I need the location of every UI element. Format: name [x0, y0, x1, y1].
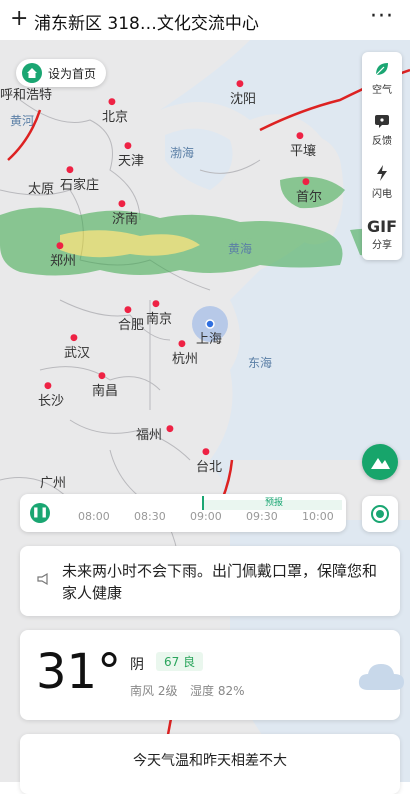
map-tools-panel: 空气 反馈 闪电 GIF 分享 [362, 52, 402, 260]
timeline-cursor[interactable] [202, 496, 204, 510]
temperature-compare-text: 今天气温和昨天相差不大 [133, 753, 287, 769]
home-icon [22, 63, 42, 83]
gif-share-label: 分享 [372, 239, 392, 251]
set-home-button[interactable]: 设为首页 [16, 59, 107, 87]
locate-icon [371, 505, 389, 523]
time-tick[interactable]: 09:30 [246, 510, 278, 523]
temperature-compare-card[interactable]: 今天气温和昨天相差不大 [20, 734, 400, 794]
current-weather-card[interactable]: 31° 阴 67 良 南风 2级 湿度 82% [20, 630, 404, 720]
time-tick[interactable]: 10:00 [302, 510, 334, 523]
city-changsha: ● 长沙 [38, 381, 65, 409]
city-shouer: ● 首尔 [296, 177, 323, 205]
add-location-button[interactable]: + [10, 6, 28, 31]
river-huanghe: 黄河 [10, 114, 35, 128]
cloudy-icon [356, 660, 406, 696]
locate-button[interactable] [362, 496, 398, 532]
sea-bohai: 渤海 [170, 146, 195, 160]
time-tick[interactable]: 09:00 [190, 510, 222, 523]
city-taibei: ● 台北 [196, 447, 223, 475]
city-taiyuan: 太原 [28, 182, 55, 197]
feedback-button[interactable]: 反馈 [362, 104, 402, 156]
city-shenyang: ● 沈阳 [230, 79, 257, 107]
city-fuzhou: 福州 ● [136, 424, 174, 443]
location-title[interactable]: 浦东新区 318…文化交流中心 [34, 9, 259, 34]
city-nanjing: ● 南京 [146, 299, 173, 327]
forecast-label: 预报 [265, 498, 284, 508]
feedback-icon [373, 113, 391, 132]
city-jinan: ● 济南 [112, 199, 139, 227]
city-pingrang: ● 平壤 [290, 131, 317, 159]
more-menu-button[interactable]: ··· [370, 4, 394, 29]
rain-forecast-text: 未来两小时不会下雨。出门佩戴口罩，保障您和家人健康 [62, 562, 378, 602]
feedback-label: 反馈 [372, 136, 392, 147]
radar-timeline[interactable]: ❚❚ 预报 08:00 08:30 09:00 09:30 10:00 [20, 494, 346, 532]
map-layer-button[interactable] [362, 444, 398, 480]
sea-donghai: 东海 [248, 356, 273, 370]
leaf-icon [373, 60, 391, 81]
lightning-button[interactable]: 闪电 [362, 156, 402, 208]
mountain-icon [371, 458, 390, 469]
sea-huanghai: 黄海 [228, 242, 253, 256]
air-quality-button[interactable]: 空气 [362, 52, 402, 104]
city-beijing: ● 北京 [102, 97, 129, 125]
megaphone-icon [36, 572, 50, 590]
gif-share-button[interactable]: GIF 分享 [362, 208, 402, 260]
city-wuhan: ● 武汉 [64, 333, 91, 361]
wind-info: 南风 2级 [130, 684, 178, 698]
time-tick[interactable]: 08:00 [78, 510, 110, 523]
set-home-label: 设为首页 [48, 66, 97, 81]
top-bar: + 浦东新区 318…文化交流中心 ··· [0, 0, 410, 40]
current-temperature: 31° [36, 644, 122, 700]
city-tianjin: ● 天津 [118, 141, 145, 169]
gif-icon: GIF [366, 216, 397, 236]
city-guangzhou: 广州 [40, 476, 67, 491]
aqi-badge[interactable]: 67 良 [156, 652, 204, 671]
air-quality-label: 空气 [372, 85, 392, 96]
city-shanghai: 上海 [196, 332, 223, 347]
city-nanchang: ● 南昌 [92, 371, 119, 399]
lightning-icon [375, 164, 389, 185]
city-zhengzhou: ● 郑州 [50, 241, 77, 269]
time-tick[interactable]: 08:30 [134, 510, 166, 523]
humidity-info: 湿度 82% [190, 684, 245, 698]
city-hefei: ● 合肥 [118, 305, 145, 333]
weather-condition: 阴 [130, 657, 144, 673]
city-shijiazhuang: ● 石家庄 [60, 165, 100, 193]
rain-forecast-card[interactable]: 未来两小时不会下雨。出门佩戴口罩，保障您和家人健康 [20, 546, 400, 616]
pause-button[interactable]: ❚❚ [30, 503, 50, 523]
city-hangzhou: ● 杭州 [172, 339, 199, 367]
lightning-label: 闪电 [372, 189, 392, 200]
